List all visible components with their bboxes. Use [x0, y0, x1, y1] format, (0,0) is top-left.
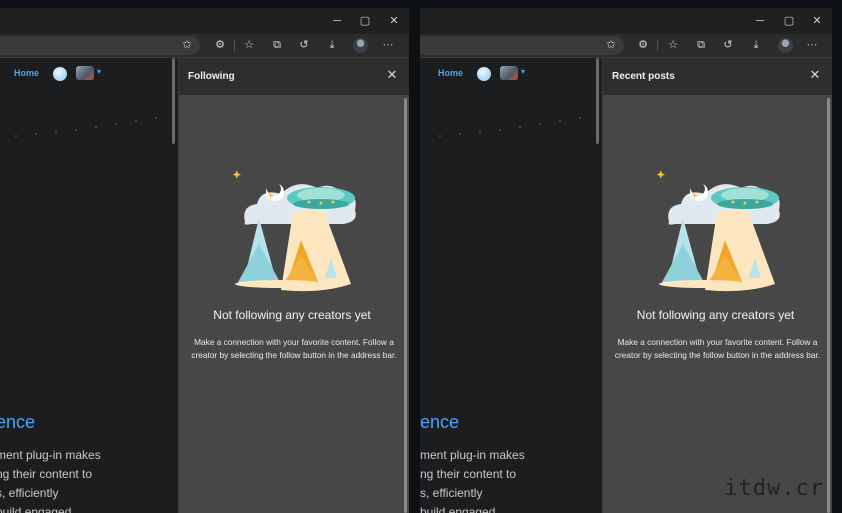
- profile-avatar[interactable]: [353, 38, 368, 53]
- chevron-down-icon[interactable]: ▾: [97, 67, 101, 76]
- history-icon[interactable]: ↺: [720, 37, 736, 53]
- extensions-icon[interactable]: ⚙: [635, 37, 651, 53]
- page-text-line: build engaged: [420, 505, 496, 513]
- page-text-line: ment plug-in makes: [0, 448, 101, 462]
- decorative-dots: [439, 117, 581, 137]
- page-text-line: build engaged: [0, 505, 72, 513]
- pane-scrollbar[interactable]: [404, 98, 407, 513]
- address-bar[interactable]: ✩: [0, 36, 200, 55]
- empty-state-description: Make a connection with your favorite con…: [191, 337, 397, 360]
- page-text-line: ng their content to: [0, 467, 93, 481]
- pane-title: Following: [188, 71, 235, 82]
- favorites-icon[interactable]: ☆: [241, 37, 257, 53]
- close-pane-button[interactable]: ✕: [806, 66, 824, 84]
- browser-window-right: ─ ▢ ✕ ✩ ⚙ ☆ ⧉ ↺ ⤓ ··· Home ▾ ence ment p…: [420, 8, 832, 513]
- maximize-button[interactable]: ▢: [354, 12, 376, 30]
- page-scrollbar[interactable]: [596, 58, 599, 144]
- nav-home-link[interactable]: Home: [14, 68, 39, 78]
- toolbar-divider: [234, 40, 235, 51]
- maximize-button[interactable]: ▢: [778, 12, 800, 30]
- page-scrollbar[interactable]: [172, 58, 175, 144]
- page-text-line: ment plug-in makes: [420, 448, 525, 462]
- downloads-icon[interactable]: ⤓: [748, 37, 764, 53]
- extensions-icon[interactable]: ⚙: [212, 37, 228, 53]
- empty-state-description: Make a connection with your favorite con…: [614, 337, 821, 360]
- browser-window-left: ─ ▢ ✕ ✩ ⚙ ☆ ⧉ ↺ ⤓ ··· Home ▾ ence ment p…: [0, 8, 409, 513]
- web-page: Home ▾ ence ment plug-in makes ng their …: [420, 58, 598, 513]
- web-page: Home ▾ ence ment plug-in makes ng their …: [0, 58, 174, 513]
- chevron-down-icon[interactable]: ▾: [521, 67, 525, 76]
- following-pane: Following ✕ Not following any creators y…: [178, 58, 409, 513]
- page-text-line: s, efficiently: [420, 486, 483, 500]
- close-pane-button[interactable]: ✕: [383, 66, 401, 84]
- pane-title: Recent posts: [612, 71, 675, 82]
- decorative-dots: [15, 117, 157, 137]
- toolbar-divider: [657, 40, 658, 51]
- close-window-button[interactable]: ✕: [806, 12, 828, 30]
- minimize-button[interactable]: ─: [326, 12, 348, 30]
- ufo-illustration: [232, 170, 356, 292]
- browser-toolbar: ✩ ⚙ ☆ ⧉ ↺ ⤓ ···: [420, 34, 832, 58]
- page-text-line: ng their content to: [420, 467, 517, 481]
- collections-icon[interactable]: ⧉: [269, 37, 285, 53]
- profile-avatar[interactable]: [778, 38, 793, 53]
- history-icon[interactable]: ↺: [296, 37, 312, 53]
- more-icon[interactable]: ···: [380, 37, 396, 53]
- favorite-add-icon[interactable]: ✩: [179, 37, 195, 53]
- close-window-button[interactable]: ✕: [383, 12, 405, 30]
- pane-scrollbar[interactable]: [827, 98, 830, 513]
- globe-icon[interactable]: [53, 67, 67, 81]
- empty-state-title: Not following any creators yet: [213, 308, 371, 322]
- nav-home-link[interactable]: Home: [438, 68, 463, 78]
- profile-thumbnail-icon[interactable]: [500, 66, 518, 80]
- address-bar[interactable]: ✩: [420, 36, 624, 55]
- collections-icon[interactable]: ⧉: [693, 37, 709, 53]
- pane-header: Recent posts ✕: [603, 58, 832, 95]
- pane-header: Following ✕: [179, 58, 409, 95]
- profile-thumbnail-icon[interactable]: [76, 66, 94, 80]
- empty-state-title: Not following any creators yet: [636, 308, 795, 322]
- page-text-line: s, efficiently: [0, 486, 59, 500]
- favorite-add-icon[interactable]: ✩: [603, 37, 619, 53]
- ufo-illustration: [656, 170, 780, 292]
- minimize-button[interactable]: ─: [749, 12, 771, 30]
- title-bar: ─ ▢ ✕: [0, 8, 409, 34]
- globe-icon[interactable]: [477, 67, 491, 81]
- page-heading: ence: [0, 412, 36, 432]
- title-bar: ─ ▢ ✕: [420, 8, 832, 34]
- watermark: itdw.cr: [724, 476, 824, 501]
- page-heading: ence: [420, 412, 460, 432]
- browser-toolbar: ✩ ⚙ ☆ ⧉ ↺ ⤓ ···: [0, 34, 409, 58]
- downloads-icon[interactable]: ⤓: [324, 37, 340, 53]
- favorites-icon[interactable]: ☆: [665, 37, 681, 53]
- recent-posts-pane: Recent posts ✕ Not following any creator…: [602, 58, 832, 513]
- more-icon[interactable]: ···: [804, 37, 820, 53]
